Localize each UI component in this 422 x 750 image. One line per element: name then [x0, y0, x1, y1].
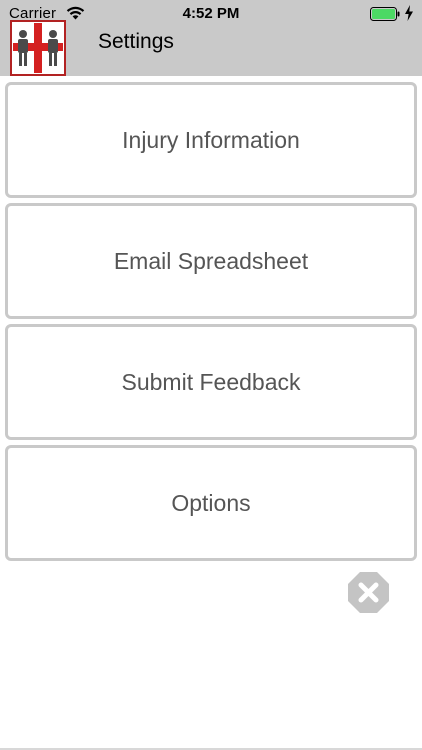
- submit-feedback-button[interactable]: Submit Feedback: [5, 324, 417, 440]
- options-button[interactable]: Options: [5, 445, 417, 561]
- page-title: Settings: [98, 30, 174, 53]
- injury-information-button[interactable]: Injury Information: [5, 82, 417, 198]
- settings-screen: Carrier 4:52 PM Settings Injury Informat…: [0, 0, 422, 750]
- close-button[interactable]: [347, 571, 390, 614]
- battery-icon: [370, 7, 400, 21]
- nav-bar: Settings: [0, 20, 422, 76]
- settings-menu: Injury Information Email Spreadsheet Sub…: [5, 82, 417, 566]
- email-spreadsheet-button[interactable]: Email Spreadsheet: [5, 203, 417, 319]
- charging-bolt-icon: [405, 5, 413, 21]
- app-logo-icon: [10, 20, 66, 76]
- close-octagon-icon: [348, 572, 389, 613]
